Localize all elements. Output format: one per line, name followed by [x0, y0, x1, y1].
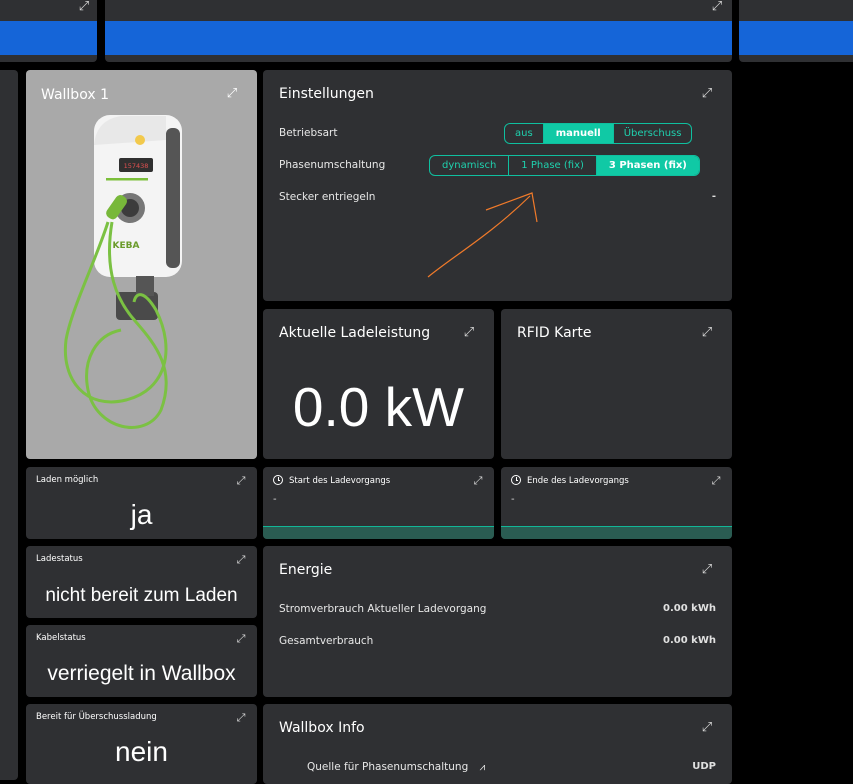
energie-row-label: Stromverbrauch Aktueller Ladevorgang — [279, 603, 487, 615]
wallbox-image: 157438 KEBA — [63, 115, 182, 429]
wallbox-info-row: Quelle für Phasenumschaltung ⩘ UDP — [307, 761, 716, 773]
start-progress — [263, 526, 494, 539]
ladeleistung-card: Aktuelle Ladeleistung ⤢ 0.0 kW — [263, 309, 494, 459]
right-background — [739, 70, 853, 769]
start-value: - — [273, 494, 277, 505]
expand-icon[interactable]: ⤢ — [234, 632, 248, 646]
expand-icon[interactable]: ⤢ — [462, 326, 476, 340]
ende-progress — [501, 526, 732, 539]
phasen-option-dynamisch[interactable]: dynamisch — [430, 156, 510, 175]
ladestatus-card: Ladestatus ⤢ nicht bereit zum Laden — [26, 546, 257, 618]
top-card-right — [739, 0, 853, 62]
ladestatus-title: Ladestatus — [36, 554, 83, 564]
betriebsart-option-aus[interactable]: aus — [505, 124, 544, 143]
clock-icon — [273, 475, 283, 485]
phasen-option-1-phase[interactable]: 1 Phase (fix) — [509, 156, 597, 175]
expand-icon[interactable]: ⤢ — [234, 711, 248, 725]
ladestatus-value: nicht bereit zum Laden — [45, 585, 238, 606]
rfid-title: RFID Karte — [517, 325, 592, 341]
ende-value: - — [511, 494, 515, 505]
stecker-value[interactable]: - — [712, 191, 716, 202]
energie-row-label: Gesamtverbrauch — [279, 635, 374, 647]
wallbox-info-card: Wallbox Info ⤢ Quelle für Phasenumschalt… — [263, 704, 732, 784]
expand-icon[interactable]: ⤢ — [234, 474, 248, 488]
wallbox-info-row-value: UDP — [692, 761, 716, 772]
blue-bar — [0, 21, 97, 55]
start-title: Start des Ladevorgangs — [273, 475, 390, 486]
top-card-left: ⤢ — [0, 0, 97, 62]
expand-icon[interactable]: ⤢ — [471, 474, 485, 488]
wallbox-info-title: Wallbox Info — [279, 720, 365, 736]
ende-title: Ende des Ladevorgangs — [511, 475, 629, 486]
top-card-middle: ⤢ — [105, 0, 732, 62]
expand-icon[interactable]: ⤢ — [710, 0, 724, 14]
expand-icon[interactable]: ⤢ — [234, 553, 248, 567]
ueberschuss-card: Bereit für Überschussladung ⤢ nein — [26, 704, 257, 784]
expand-icon[interactable]: ⤢ — [77, 0, 91, 14]
phasen-option-3-phasen[interactable]: 3 Phasen (fix) — [596, 156, 699, 175]
clock-icon — [511, 475, 521, 485]
expand-icon[interactable]: ⤢ — [700, 721, 714, 735]
wallbox-card: Wallbox 1 ⤢ 157438 KEBA — [26, 70, 257, 459]
laden-moeglich-value: ja — [130, 499, 153, 530]
phasen-toggle[interactable]: dynamisch 1 Phase (fix) 3 Phasen (fix) — [429, 155, 700, 176]
expand-icon[interactable]: ⤢ — [700, 87, 714, 101]
start-card: Start des Ladevorgangs ⤢ - — [263, 467, 494, 539]
laden-moeglich-card: Laden möglich ⤢ ja — [26, 467, 257, 539]
kabelstatus-title: Kabelstatus — [36, 633, 86, 643]
left-edge-card — [0, 70, 18, 780]
settings-title: Einstellungen — [279, 86, 374, 102]
rfid-card: RFID Karte ⤢ — [501, 309, 732, 459]
stecker-label: Stecker entriegeln — [279, 191, 376, 203]
expand-icon[interactable]: ⤢ — [709, 474, 723, 488]
blue-bar — [739, 21, 853, 55]
energie-row: Gesamtverbrauch 0.00 kWh — [279, 635, 716, 647]
betriebsart-option-ueberschuss[interactable]: Überschuss — [614, 124, 692, 143]
blue-bar — [105, 21, 732, 55]
ueberschuss-title: Bereit für Überschussladung — [36, 712, 157, 722]
device-display: 157438 — [124, 162, 149, 170]
betriebsart-label: Betriebsart — [279, 127, 338, 139]
ende-card: Ende des Ladevorgangs ⤢ - — [501, 467, 732, 539]
kabelstatus-card: Kabelstatus ⤢ verriegelt in Wallbox — [26, 625, 257, 697]
energie-card: Energie ⤢ Stromverbrauch Aktueller Ladev… — [263, 546, 732, 697]
expand-icon[interactable]: ⤢ — [700, 326, 714, 340]
settings-card: Einstellungen ⤢ Betriebsart aus manuell … — [263, 70, 732, 301]
expand-icon[interactable]: ⤢ — [700, 563, 714, 577]
betriebsart-toggle[interactable]: aus manuell Überschuss — [504, 123, 693, 144]
phasen-label: Phasenumschaltung — [279, 159, 386, 171]
device-brand: KEBA — [113, 241, 140, 251]
kabelstatus-value: verriegelt in Wallbox — [47, 662, 236, 685]
betriebsart-option-manuell[interactable]: manuell — [543, 124, 614, 143]
ladeleistung-value: 0.0 kW — [292, 376, 465, 438]
ladeleistung-title: Aktuelle Ladeleistung — [279, 325, 431, 341]
ueberschuss-value: nein — [115, 736, 168, 767]
stecker-row: Stecker entriegeln - — [279, 191, 716, 203]
energie-title: Energie — [279, 562, 333, 578]
energie-row-value: 0.00 kWh — [663, 635, 716, 646]
energie-row: Stromverbrauch Aktueller Ladevorgang 0.0… — [279, 603, 716, 615]
wallbox-info-row-label: Quelle für Phasenumschaltung — [307, 761, 469, 773]
chart-icon[interactable]: ⩘ — [480, 762, 486, 773]
energie-row-value: 0.00 kWh — [663, 603, 716, 614]
laden-moeglich-title: Laden möglich — [36, 475, 99, 485]
